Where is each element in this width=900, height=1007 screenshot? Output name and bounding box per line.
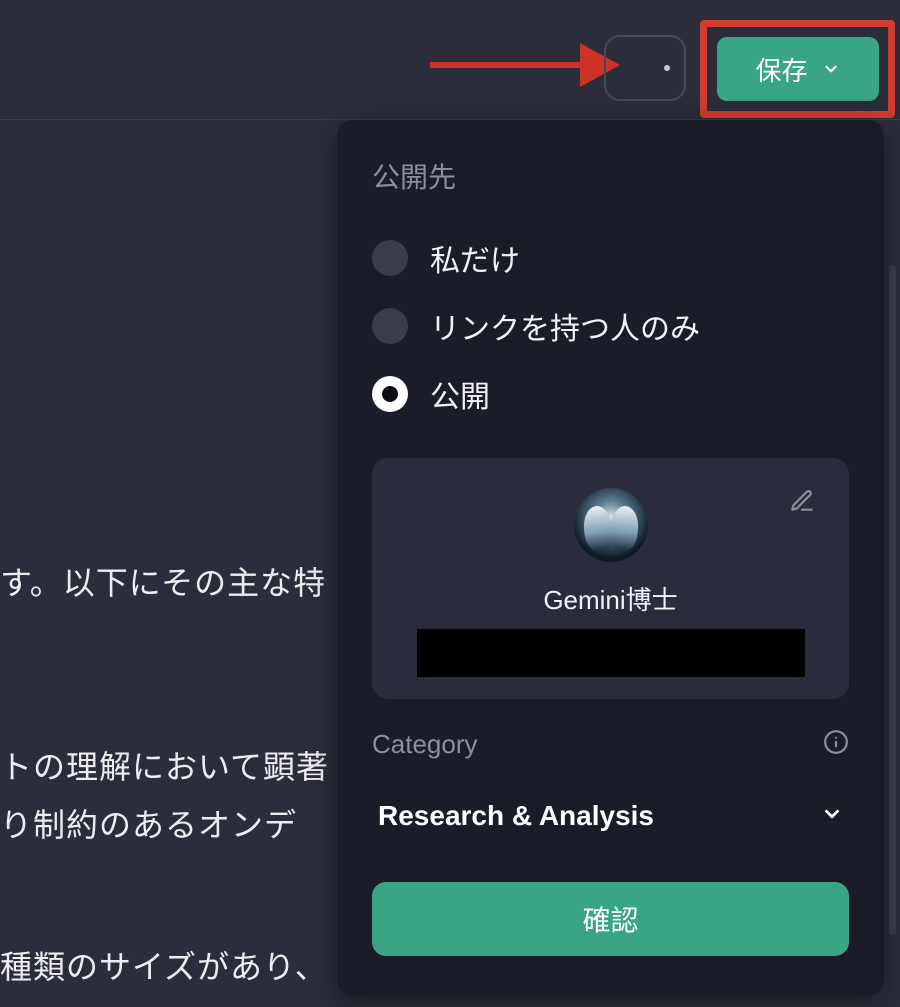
- radio-icon: [372, 376, 408, 412]
- publish-settings-panel: 公開先 私だけ リンクを持つ人のみ 公開 Gemini博士 Category R…: [337, 120, 884, 996]
- panel-title: 公開先: [372, 156, 849, 196]
- info-icon[interactable]: [823, 729, 849, 760]
- confirm-button-label: 確認: [582, 899, 638, 939]
- save-button-label: 保存: [755, 51, 807, 88]
- body-text-fragment: り制約のあるオンデ: [0, 800, 297, 846]
- confirm-button[interactable]: 確認: [372, 882, 849, 956]
- chevron-down-icon: [821, 803, 843, 830]
- visibility-option-private[interactable]: 私だけ: [372, 224, 849, 292]
- profile-card: Gemini博士: [372, 458, 849, 699]
- radio-icon: [372, 308, 408, 344]
- annotation-highlight-box: 保存: [700, 20, 895, 118]
- toolbar-slot[interactable]: [604, 35, 686, 101]
- avatar: [574, 488, 648, 562]
- body-text-fragment: 種類のサイズがあり、: [0, 942, 328, 988]
- visibility-radio-group: 私だけ リンクを持つ人のみ 公開: [372, 224, 849, 428]
- top-bar: 保存: [0, 0, 900, 120]
- visibility-option-public[interactable]: 公開: [372, 360, 849, 428]
- radio-label: 公開: [430, 372, 490, 416]
- scrollbar-track[interactable]: [889, 265, 896, 935]
- radio-icon: [372, 240, 408, 276]
- profile-name: Gemini博士: [392, 580, 829, 617]
- category-header-row: Category: [372, 729, 849, 760]
- visibility-option-link[interactable]: リンクを持つ人のみ: [372, 292, 849, 360]
- chevron-down-icon: [822, 60, 840, 78]
- radio-label: 私だけ: [430, 236, 520, 280]
- category-select[interactable]: Research & Analysis: [372, 790, 849, 842]
- save-button[interactable]: 保存: [717, 37, 879, 101]
- body-text-fragment: トの理解において顕著: [0, 742, 329, 788]
- category-label: Category: [372, 729, 478, 760]
- body-text-fragment: す。以下にその主な特: [0, 558, 326, 604]
- annotation-arrow: [430, 50, 620, 80]
- edit-icon[interactable]: [789, 488, 815, 519]
- redacted-area: [417, 629, 805, 677]
- radio-label: リンクを持つ人のみ: [430, 304, 700, 348]
- category-value: Research & Analysis: [378, 800, 654, 832]
